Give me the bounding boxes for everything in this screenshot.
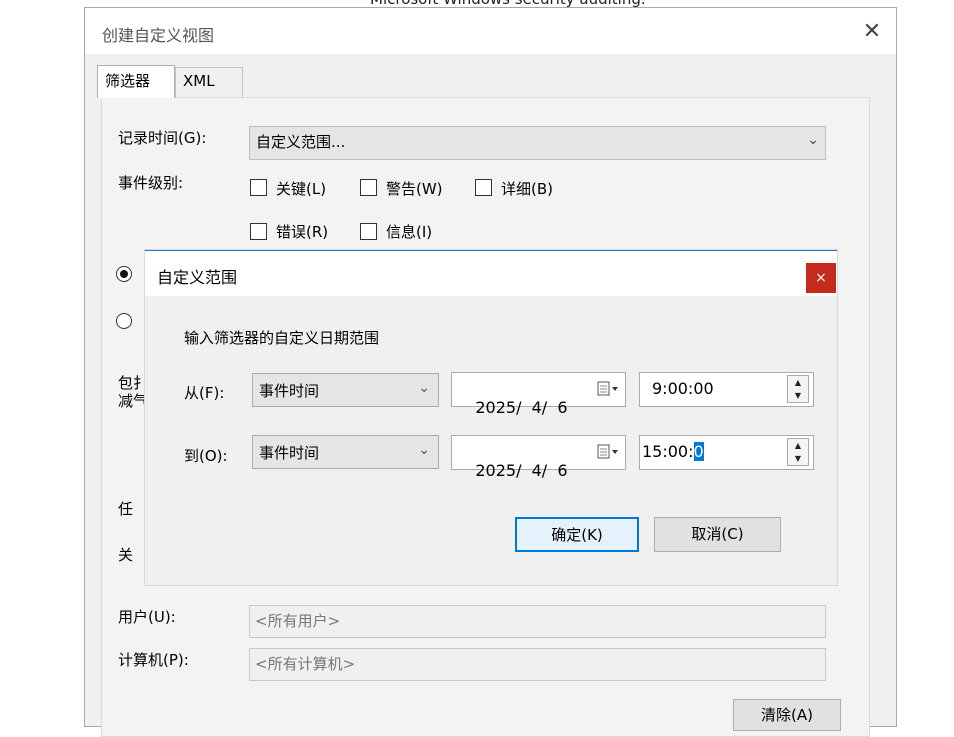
include-exclude-label: 包扌 减气 [118, 374, 148, 410]
radio-by-log[interactable] [116, 266, 132, 282]
logged-dropdown[interactable]: 自定义范围... ⌄ [249, 126, 826, 160]
logged-label: 记录时间(G): [118, 129, 207, 147]
label-critical: 关键(L) [276, 180, 327, 198]
from-label: 从(F): [184, 384, 225, 402]
to-time-field[interactable]: 15:00:0 ▲ ▼ [639, 435, 814, 470]
user-label: 用户(U): [118, 608, 176, 626]
tab-filter[interactable]: 筛选器 [97, 65, 175, 98]
label-error: 错误(R) [276, 223, 329, 241]
checkbox-critical[interactable] [250, 179, 267, 196]
include-label-line1: 包扌 [118, 374, 149, 392]
chevron-down-icon: ⌄ [807, 132, 819, 148]
to-type-value: 事件时间 [259, 444, 320, 462]
to-date-picker[interactable]: 2025/ 4/ 6 [451, 435, 626, 480]
custom-range-dialog: 自定义范围 × 输入筛选器的自定义日期范围 从(F): 事件时间 ⌄ 2025/… [145, 250, 837, 585]
chevron-down-icon: ⌄ [418, 380, 430, 396]
from-date-picker[interactable]: 2025/ 4/ 6 [451, 372, 626, 417]
spin-down-icon[interactable]: ▼ [788, 452, 808, 465]
checkbox-error[interactable] [250, 223, 267, 240]
to-date-value: 2025/ 4/ 6 [475, 461, 568, 480]
include-label-line2: 减气 [118, 392, 149, 410]
calendar-icon[interactable] [597, 444, 619, 460]
from-type-dropdown[interactable]: 事件时间 ⌄ [252, 373, 439, 407]
to-time-prefix: 15:00: [642, 442, 694, 461]
chevron-down-icon: ⌄ [418, 442, 430, 458]
to-label: 到(O): [184, 447, 228, 465]
cancel-button[interactable]: 取消(C) [654, 517, 781, 552]
inner-titlebar: 自定义范围 × [145, 250, 837, 296]
keywords-label: 关 [118, 546, 136, 564]
logged-value: 自定义范围... [256, 133, 346, 151]
checkbox-verbose[interactable] [475, 179, 492, 196]
radio-selected-dot [120, 270, 128, 278]
radio-by-source[interactable] [116, 313, 132, 329]
calendar-icon[interactable] [597, 381, 619, 397]
user-field[interactable]: <所有用户> [249, 605, 826, 638]
from-time-value: 9:00:00 [652, 379, 714, 398]
from-date-value: 2025/ 4/ 6 [475, 398, 568, 417]
task-category-label: 任 [118, 500, 136, 518]
computer-label: 计算机(P): [118, 651, 189, 669]
event-level-label: 事件级别: [118, 174, 184, 192]
label-information: 信息(I) [386, 223, 433, 241]
spin-up-icon[interactable]: ▲ [788, 376, 808, 389]
close-icon[interactable]: × [806, 263, 836, 293]
close-icon[interactable]: ✕ [858, 18, 886, 46]
checkbox-information[interactable] [360, 223, 377, 240]
ok-button[interactable]: 确定(K) [515, 517, 639, 552]
instruction-text: 输入筛选器的自定义日期范围 [184, 329, 380, 347]
label-verbose: 详细(B) [501, 180, 553, 198]
spin-down-icon[interactable]: ▼ [788, 389, 808, 402]
dialog-title: 创建自定义视图 [102, 26, 215, 45]
dialog-titlebar: 创建自定义视图 ✕ [85, 8, 896, 54]
computer-field[interactable]: <所有计算机> [249, 648, 826, 681]
from-time-field[interactable]: 9:00:00 ▲ ▼ [639, 372, 814, 407]
from-time-spinner[interactable]: ▲ ▼ [787, 375, 809, 403]
to-time-spinner[interactable]: ▲ ▼ [787, 438, 809, 466]
from-type-value: 事件时间 [259, 382, 320, 400]
spin-up-icon[interactable]: ▲ [788, 439, 808, 452]
to-time-selected: 0 [693, 442, 704, 461]
inner-dialog-title: 自定义范围 [157, 268, 238, 287]
clear-button[interactable]: 清除(A) [733, 699, 841, 731]
tab-xml[interactable]: XML [175, 67, 243, 98]
checkbox-warning[interactable] [360, 179, 377, 196]
to-type-dropdown[interactable]: 事件时间 ⌄ [252, 435, 439, 469]
label-warning: 警告(W) [386, 180, 443, 198]
